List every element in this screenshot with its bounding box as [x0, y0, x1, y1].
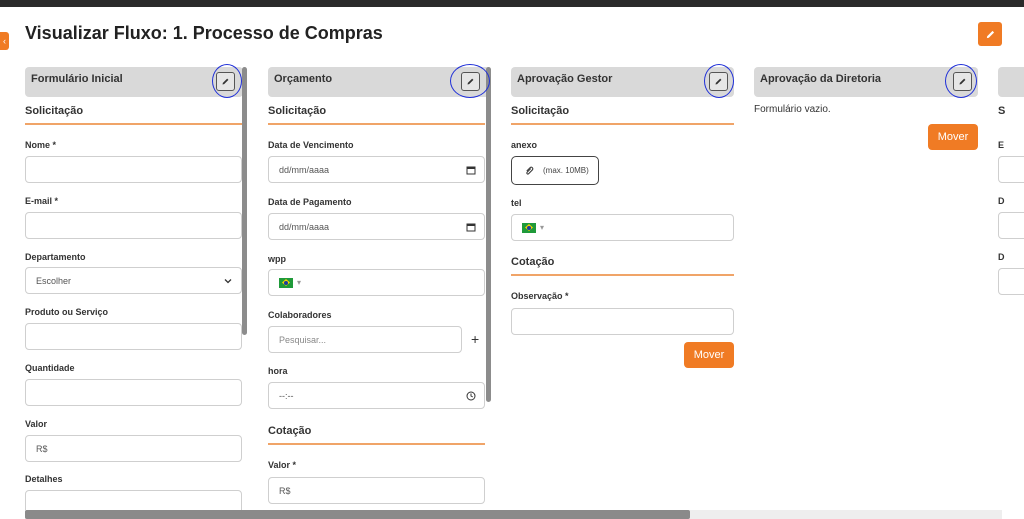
field-label: Colaboradores — [268, 310, 332, 320]
input-value: R$ — [36, 443, 48, 454]
partial-input[interactable] — [998, 268, 1024, 295]
section-title: Solicitação — [511, 105, 570, 117]
field-label: Observação * — [511, 291, 569, 301]
annotation-circle — [704, 64, 734, 98]
field-label: D — [998, 196, 1005, 206]
column-title: Orçamento — [274, 73, 333, 85]
payment-date-input[interactable]: dd/mm/aaaa — [268, 213, 485, 240]
attachment-upload-button[interactable]: (max. 10MB) — [511, 156, 599, 185]
column-partial: S E D D — [998, 67, 1024, 307]
paperclip-icon — [526, 166, 534, 175]
chevron-left-icon: ‹ — [3, 36, 6, 46]
field-label: E — [998, 140, 1005, 150]
product-input[interactable] — [25, 323, 242, 350]
due-date-input[interactable]: dd/mm/aaaa — [268, 156, 485, 183]
back-tab[interactable]: ‹ — [0, 32, 9, 50]
partial-input[interactable] — [998, 156, 1024, 183]
input-value: R$ — [279, 485, 291, 496]
field-label: Data de Vencimento — [268, 140, 354, 150]
column-scrollbar[interactable] — [486, 67, 491, 402]
calendar-icon — [466, 223, 476, 232]
annotation-circle — [945, 64, 977, 98]
section-title: S — [998, 105, 1006, 117]
move-button[interactable]: Mover — [684, 342, 734, 368]
field-label: tel — [511, 198, 522, 208]
section-divider — [511, 274, 734, 276]
empty-form-text: Formulário vazio. — [754, 104, 831, 115]
chevron-down-icon: ▾ — [540, 223, 545, 232]
section-divider — [511, 123, 734, 125]
input-placeholder: Pesquisar... — [279, 334, 327, 345]
brazil-flag-icon — [522, 222, 536, 233]
partial-input[interactable] — [998, 212, 1024, 239]
name-input[interactable] — [25, 156, 242, 183]
quantity-input[interactable] — [25, 379, 242, 406]
page-title: Visualizar Fluxo: 1. Processo de Compras — [25, 23, 383, 43]
email-input[interactable] — [25, 212, 242, 239]
field-label: Quantidade — [25, 363, 75, 373]
field-label: Valor * — [268, 460, 297, 470]
section-title: Solicitação — [25, 105, 84, 117]
input-value: dd/mm/aaaa — [279, 221, 330, 232]
time-input[interactable]: --:-- — [268, 382, 485, 409]
calendar-icon — [466, 166, 476, 175]
field-label: Nome * — [25, 140, 57, 150]
annotation-circle — [450, 64, 490, 98]
collaborators-search-input[interactable]: Pesquisar... — [268, 326, 462, 353]
clock-icon — [466, 391, 476, 401]
column-title: Aprovação Gestor — [517, 73, 613, 85]
plus-icon[interactable]: + — [471, 331, 479, 347]
section-title: Cotação — [268, 425, 312, 437]
field-label: D — [998, 252, 1005, 262]
move-button[interactable]: Mover — [928, 124, 978, 150]
section-title: Cotação — [511, 256, 555, 268]
input-value: dd/mm/aaaa — [279, 164, 330, 175]
wpp-phone-input[interactable]: ▾ — [268, 269, 485, 296]
upload-hint: (max. 10MB) — [543, 166, 589, 175]
chevron-down-icon — [224, 279, 232, 284]
section-title: Solicitação — [268, 105, 327, 117]
section-divider — [268, 123, 485, 125]
column-header — [998, 67, 1024, 97]
field-label: Valor — [25, 419, 48, 429]
section-divider — [25, 123, 242, 125]
department-select[interactable]: Escolher — [25, 267, 242, 294]
field-label: Departamento — [25, 252, 86, 262]
field-label: Data de Pagamento — [268, 197, 352, 207]
column-title: Formulário Inicial — [31, 73, 123, 85]
chevron-down-icon: ▾ — [297, 278, 302, 287]
tel-input[interactable]: ▾ — [511, 214, 734, 241]
brazil-flag-icon — [279, 277, 293, 288]
quote-value-input[interactable]: R$ — [268, 477, 485, 504]
column-scrollbar[interactable] — [242, 67, 247, 335]
field-label: anexo — [511, 140, 538, 150]
field-label: E-mail * — [25, 196, 59, 206]
observation-input[interactable] — [511, 308, 734, 335]
annotation-circle — [212, 64, 242, 98]
window-top-bar — [0, 0, 1024, 7]
pencil-icon — [986, 30, 994, 38]
column-title: Aprovação da Diretoria — [760, 73, 882, 85]
value-input[interactable]: R$ — [25, 435, 242, 462]
column-formulario-inicial: Formulário Inicial Solicitação Nome * E-… — [25, 67, 243, 517]
edit-flow-button[interactable] — [978, 22, 1002, 46]
field-label: Produto ou Serviço — [25, 307, 109, 317]
field-label: hora — [268, 366, 288, 376]
column-header: Aprovação Gestor — [511, 67, 734, 97]
select-value: Escolher — [36, 275, 72, 286]
horizontal-scrollbar-thumb[interactable] — [25, 510, 690, 519]
field-label: wpp — [268, 254, 286, 264]
section-divider — [268, 443, 485, 445]
column-header: Formulário Inicial — [25, 67, 243, 97]
input-value: --:-- — [279, 390, 294, 401]
column-aprovacao-gestor: Aprovação Gestor Solicitação anexo (max.… — [511, 67, 734, 368]
field-label: Detalhes — [25, 474, 63, 484]
